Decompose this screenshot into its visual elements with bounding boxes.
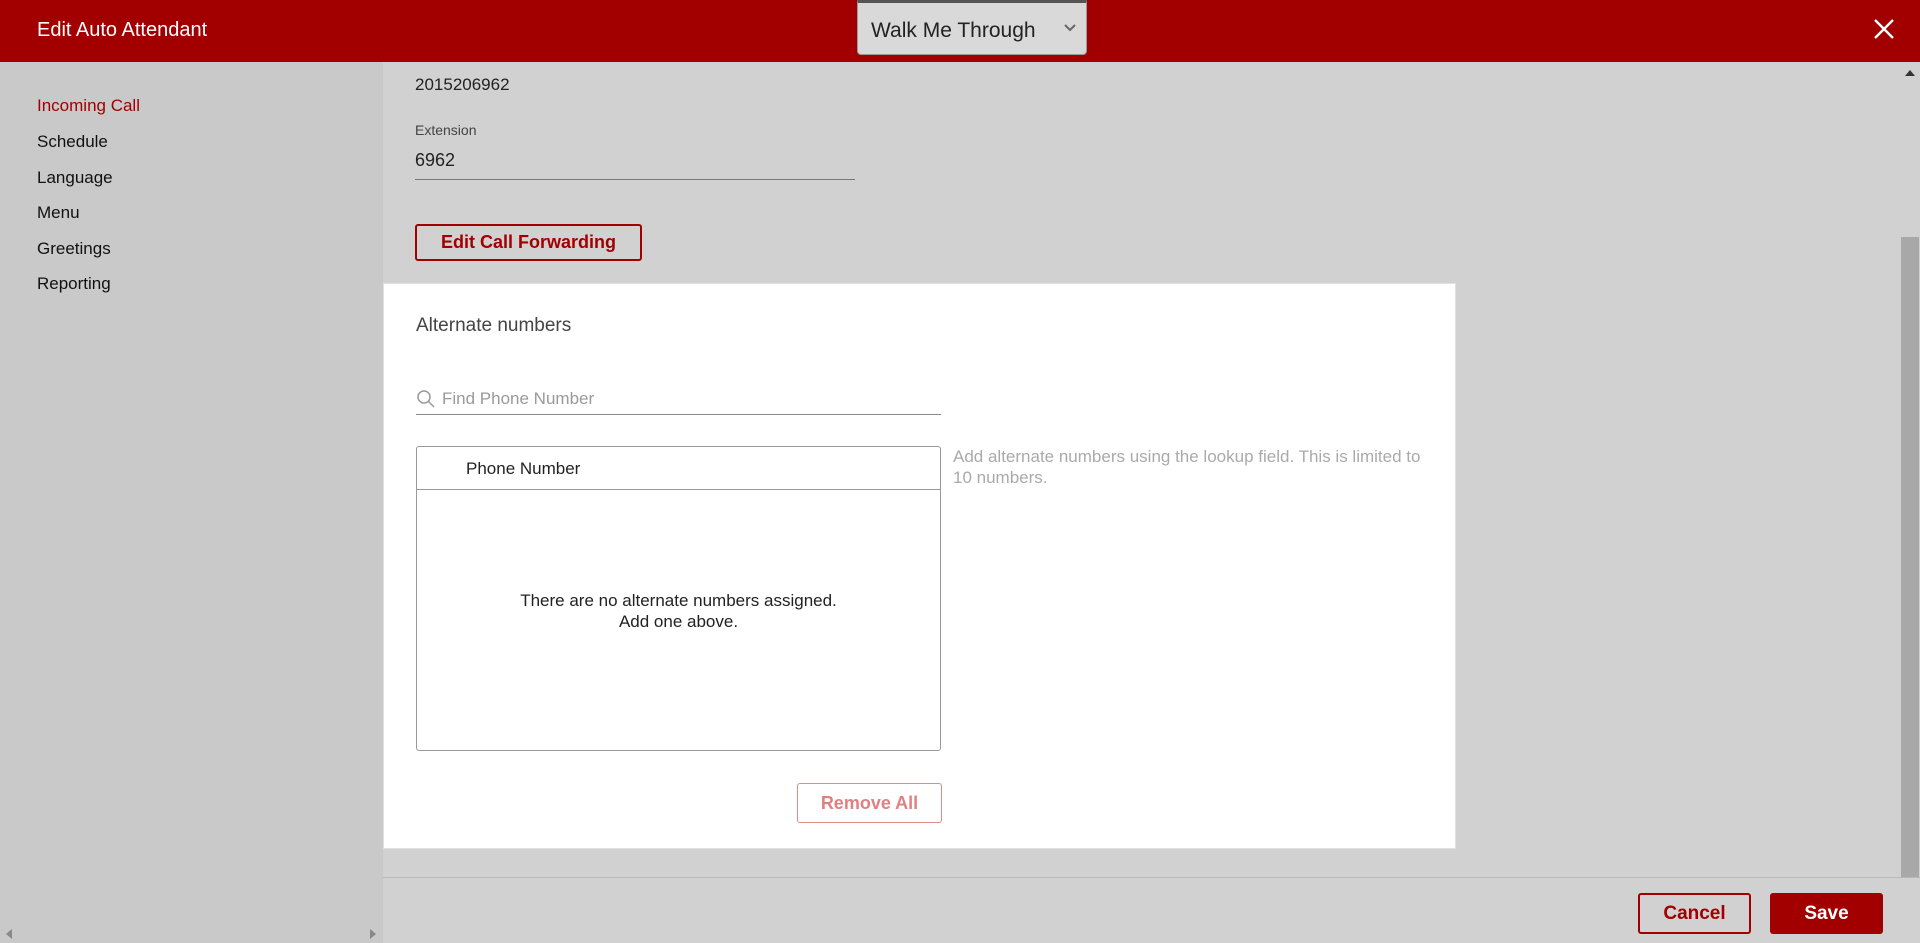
find-phone-number-search[interactable] [416, 385, 941, 415]
phone-number-value: 2015206962 [415, 75, 510, 94]
scroll-up-icon[interactable] [1905, 70, 1915, 76]
extension-label: Extension [415, 122, 477, 138]
sidebar-item-reporting[interactable]: Reporting [37, 274, 111, 294]
edit-call-forwarding-button[interactable]: Edit Call Forwarding [415, 224, 642, 261]
horizontal-scrollbar[interactable] [0, 923, 383, 943]
empty-state-line-2: Add one above. [618, 612, 739, 631]
column-header-phone-number[interactable]: Phone Number [466, 459, 580, 479]
sidebar-item-schedule[interactable]: Schedule [37, 132, 108, 152]
close-icon[interactable] [1872, 17, 1896, 41]
vertical-scrollbar[interactable] [1900, 62, 1920, 877]
sidebar: Incoming Call Schedule Language Menu Gre… [0, 62, 383, 943]
extension-value: 6962 [415, 150, 456, 170]
sidebar-item-language[interactable]: Language [37, 168, 113, 188]
header-bar: Edit Auto Attendant Walk Me Through [0, 0, 1920, 62]
sidebar-item-menu[interactable]: Menu [37, 203, 80, 223]
remove-all-button[interactable]: Remove All [797, 783, 942, 823]
scroll-right-icon[interactable] [370, 929, 376, 939]
scrollbar-thumb[interactable] [1901, 237, 1919, 877]
extension-field[interactable]: 6962 [415, 142, 855, 180]
walk-me-through-label: Walk Me Through [871, 19, 1036, 42]
table-header: Phone Number [417, 447, 940, 490]
alternate-numbers-table: Phone Number There are no alternate numb… [416, 446, 941, 751]
save-button[interactable]: Save [1770, 893, 1883, 934]
sidebar-item-greetings[interactable]: Greetings [37, 239, 111, 259]
alternate-numbers-hint: Add alternate numbers using the lookup f… [953, 447, 1421, 487]
sidebar-item-incoming-call[interactable]: Incoming Call [37, 96, 140, 116]
page-title: Edit Auto Attendant [37, 19, 208, 41]
search-icon [417, 390, 435, 408]
alternate-numbers-title: Alternate numbers [416, 315, 572, 336]
scroll-left-icon[interactable] [6, 929, 12, 939]
walk-me-through-dropdown[interactable]: Walk Me Through [857, 0, 1087, 55]
search-input[interactable] [442, 387, 932, 411]
empty-state-line-1: There are no alternate numbers assigned. [520, 591, 837, 610]
empty-state-message: There are no alternate numbers assigned.… [417, 590, 940, 632]
cancel-button[interactable]: Cancel [1638, 893, 1751, 934]
chevron-down-icon [1064, 24, 1076, 32]
alternate-numbers-card: Alternate numbers Phone Number There are… [383, 283, 1456, 849]
